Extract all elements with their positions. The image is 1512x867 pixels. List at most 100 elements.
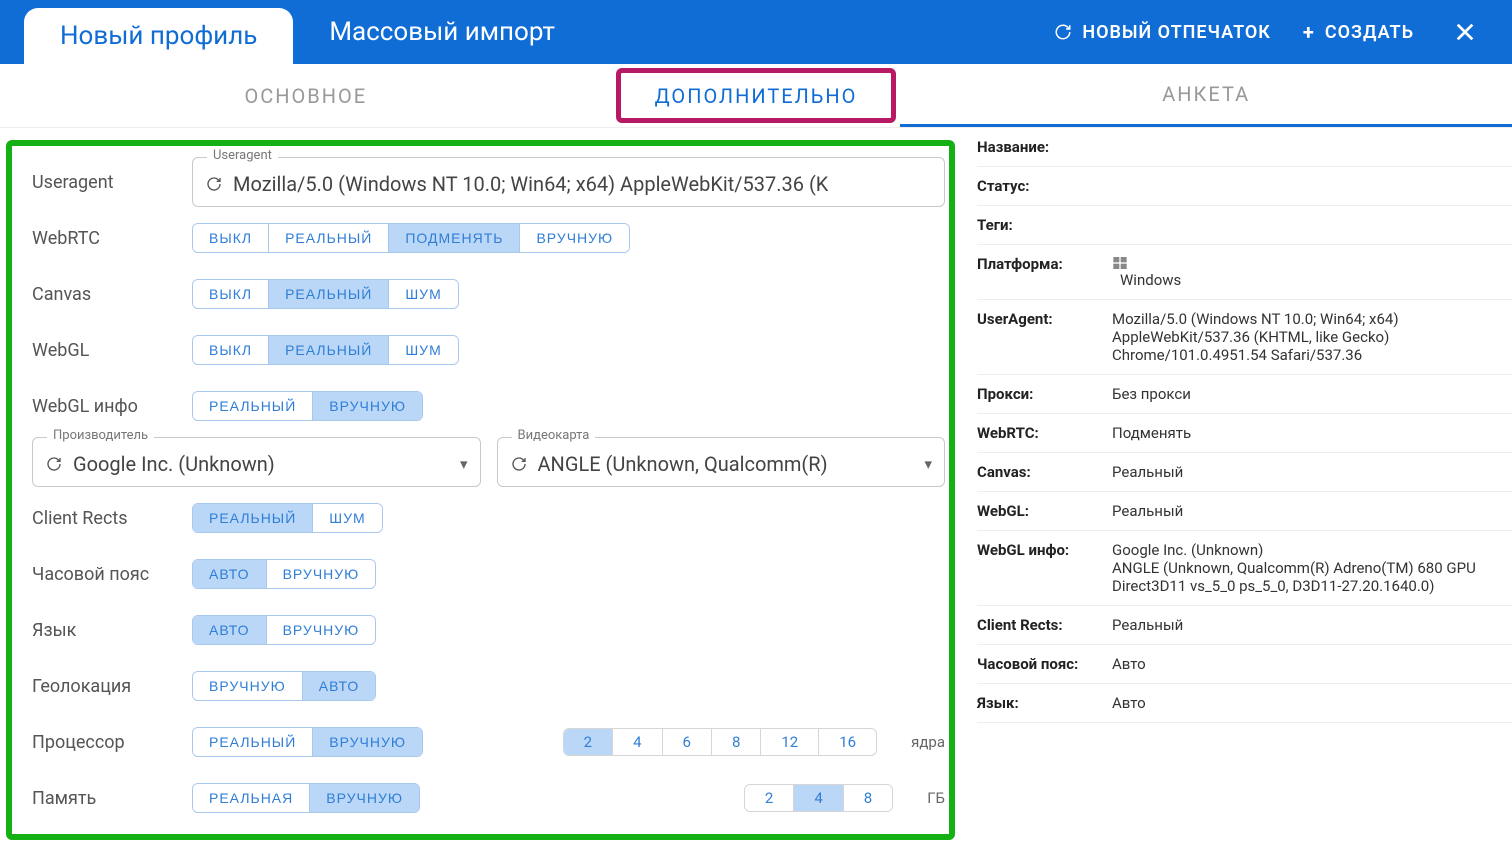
kv-webgl-info: WebGL инфо:Google Inc. (Unknown) ANGLE (… (977, 531, 1512, 606)
cpu-core-12[interactable]: 12 (761, 729, 819, 755)
new-fingerprint-button[interactable]: НОВЫЙ ОТПЕЧАТОК (1054, 22, 1271, 43)
memory-toggle: РЕАЛЬНАЯ ВРУЧНУЮ (192, 783, 420, 813)
timezone-toggle: АВТО ВРУЧНУЮ (192, 559, 376, 589)
cpu-label: Процессор (18, 732, 178, 753)
timezone-label: Часовой пояс (18, 564, 178, 585)
webrtc-key: WebRTC: (977, 424, 1112, 442)
subtab-advanced[interactable]: ДОПОЛНИТЕЛЬНО (616, 68, 897, 123)
plus-icon: + (1303, 20, 1315, 44)
language-toggle: АВТО ВРУЧНУЮ (192, 615, 376, 645)
webgl-noise[interactable]: ШУМ (389, 336, 457, 364)
kv-tags: Теги: (977, 206, 1512, 245)
lang-key: Язык: (977, 694, 1112, 712)
cpu-real[interactable]: РЕАЛЬНЫЙ (193, 728, 313, 756)
subtab-profile[interactable]: АНКЕТА (900, 64, 1512, 127)
timezone-manual[interactable]: ВРУЧНУЮ (267, 560, 376, 588)
webgl-real[interactable]: РЕАЛЬНЫЙ (269, 336, 389, 364)
webrtc-real[interactable]: РЕАЛЬНЫЙ (269, 224, 389, 252)
cpu-toggle: РЕАЛЬНЫЙ ВРУЧНУЮ (192, 727, 423, 757)
webgl-info-manual[interactable]: ВРУЧНУЮ (313, 392, 422, 420)
client-rects-real[interactable]: РЕАЛЬНЫЙ (193, 504, 313, 532)
memory-real[interactable]: РЕАЛЬНАЯ (193, 784, 310, 812)
name-value (1112, 138, 1512, 156)
ua-key: UserAgent: (977, 310, 1112, 364)
vendor-value: Google Inc. (Unknown) (73, 452, 450, 476)
kv-webrtc: WebRTC:Подменять (977, 414, 1512, 453)
canvas-off[interactable]: ВЫКЛ (193, 280, 269, 308)
name-key: Название: (977, 138, 1112, 156)
top-tabs: Новый профиль Массовый импорт (0, 0, 591, 64)
refresh-icon[interactable] (45, 455, 63, 473)
advanced-settings-box: Useragent Useragent Mozilla/5.0 (Windows… (6, 140, 955, 840)
row-timezone: Часовой пояс АВТО ВРУЧНУЮ (18, 546, 945, 602)
language-auto[interactable]: АВТО (193, 616, 267, 644)
tags-value (1112, 216, 1512, 234)
create-button[interactable]: + СОЗДАТЬ (1303, 20, 1414, 44)
useragent-field[interactable]: Useragent Mozilla/5.0 (Windows NT 10.0; … (192, 157, 945, 207)
tags-key: Теги: (977, 216, 1112, 234)
refresh-icon[interactable] (510, 455, 528, 473)
tz-key: Часовой пояс: (977, 655, 1112, 673)
cpu-cores-select: 2 4 6 8 12 16 (563, 728, 878, 756)
client-rects-noise[interactable]: ШУМ (313, 504, 381, 532)
memory-size-select: 2 4 8 (744, 784, 893, 812)
row-vendor-gpu: Производитель Google Inc. (Unknown) ▾ Ви… (18, 434, 945, 490)
close-button[interactable] (1446, 21, 1484, 43)
refresh-icon[interactable] (205, 175, 223, 193)
cpu-core-2[interactable]: 2 (564, 729, 613, 755)
geolocation-label: Геолокация (18, 676, 178, 697)
webgl-toggle: ВЫКЛ РЕАЛЬНЫЙ ШУМ (192, 335, 459, 365)
kv-status: Статус: (977, 167, 1512, 206)
language-manual[interactable]: ВРУЧНУЮ (267, 616, 376, 644)
proxy-value: Без прокси (1112, 385, 1512, 403)
timezone-auto[interactable]: АВТО (193, 560, 267, 588)
useragent-legend: Useragent (207, 148, 278, 163)
top-bar: Новый профиль Массовый импорт НОВЫЙ ОТПЕ… (0, 0, 1512, 64)
geo-manual[interactable]: ВРУЧНУЮ (193, 672, 303, 700)
tz-value: Авто (1112, 655, 1512, 673)
webgl-info-toggle: РЕАЛЬНЫЙ ВРУЧНУЮ (192, 391, 423, 421)
gpu-value: ANGLE (Unknown, Qualcomm(R) (538, 452, 915, 476)
geo-auto[interactable]: АВТО (303, 672, 376, 700)
chevron-down-icon[interactable]: ▾ (924, 455, 932, 473)
row-language: Язык АВТО ВРУЧНУЮ (18, 602, 945, 658)
row-canvas: Canvas ВЫКЛ РЕАЛЬНЫЙ ШУМ (18, 266, 945, 322)
mem-2[interactable]: 2 (745, 785, 794, 811)
webgl-info-real[interactable]: РЕАЛЬНЫЙ (193, 392, 313, 420)
cpu-manual[interactable]: ВРУЧНУЮ (313, 728, 422, 756)
platform-value: Windows (1112, 255, 1512, 289)
row-memory: Память РЕАЛЬНАЯ ВРУЧНУЮ 2 4 8 ГБ (18, 770, 945, 826)
tab-mass-import[interactable]: Массовый импорт (293, 0, 591, 64)
webrtc-spoof[interactable]: ПОДМЕНЯТЬ (389, 224, 520, 252)
webrtc-off[interactable]: ВЫКЛ (193, 224, 269, 252)
chevron-down-icon[interactable]: ▾ (460, 455, 468, 473)
kv-proxy: Прокси:Без прокси (977, 375, 1512, 414)
kv-client-rects: Client Rects:Реальный (977, 606, 1512, 645)
kv-language: Язык:Авто (977, 684, 1512, 723)
cr-value: Реальный (1112, 616, 1512, 634)
language-label: Язык (18, 620, 178, 641)
canvas-noise[interactable]: ШУМ (389, 280, 457, 308)
cpu-core-8[interactable]: 8 (712, 729, 761, 755)
kv-canvas: Canvas:Реальный (977, 453, 1512, 492)
mem-4[interactable]: 4 (794, 785, 843, 811)
webrtc-manual[interactable]: ВРУЧНУЮ (520, 224, 629, 252)
kv-name: Название: (977, 128, 1512, 167)
canvas-label: Canvas (18, 284, 178, 305)
memory-manual[interactable]: ВРУЧНУЮ (310, 784, 419, 812)
webgl-off[interactable]: ВЫКЛ (193, 336, 269, 364)
mem-8[interactable]: 8 (844, 785, 892, 811)
cpu-core-4[interactable]: 4 (613, 729, 662, 755)
geolocation-toggle: ВРУЧНУЮ АВТО (192, 671, 376, 701)
tab-new-profile[interactable]: Новый профиль (24, 8, 293, 64)
vendor-select[interactable]: Производитель Google Inc. (Unknown) ▾ (32, 437, 481, 487)
canvas-real[interactable]: РЕАЛЬНЫЙ (269, 280, 389, 308)
kv-platform: Платформа:Windows (977, 245, 1512, 300)
webgl-info-value: Google Inc. (Unknown) ANGLE (Unknown, Qu… (1112, 541, 1512, 595)
status-value (1112, 177, 1512, 195)
gpu-select[interactable]: Видеокарта ANGLE (Unknown, Qualcomm(R) ▾ (497, 437, 946, 487)
cpu-core-16[interactable]: 16 (819, 729, 876, 755)
cpu-core-6[interactable]: 6 (663, 729, 712, 755)
gpu-legend: Видеокарта (512, 428, 596, 443)
subtab-basic[interactable]: ОСНОВНОЕ (0, 64, 612, 127)
